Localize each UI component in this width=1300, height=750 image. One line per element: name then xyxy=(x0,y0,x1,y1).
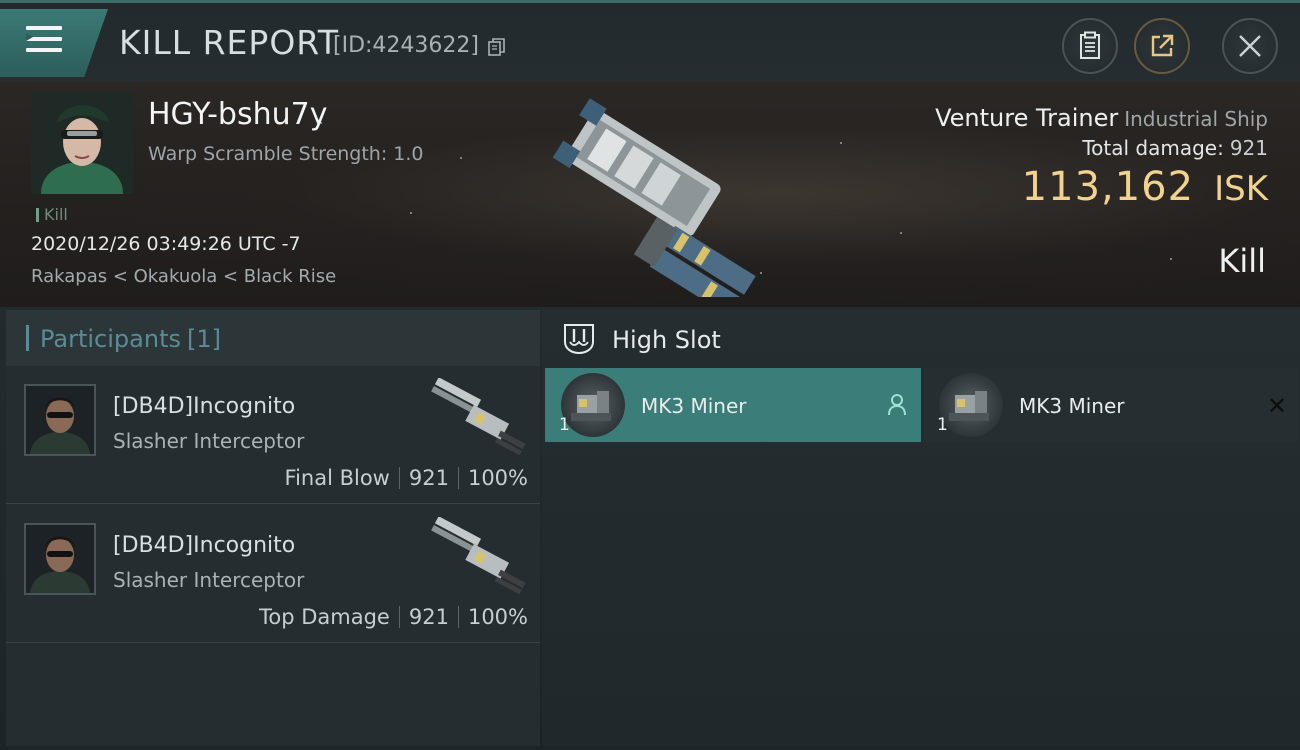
participant-ship: Slasher Interceptor xyxy=(113,568,305,592)
fitting-panel: High Slot 1 MK3 Miner 1 MK3 Miner ✕ xyxy=(542,310,1300,746)
participant-role: Final Blow xyxy=(284,466,390,490)
participant-avatar xyxy=(24,523,96,595)
module-name: MK3 Miner xyxy=(1019,394,1125,418)
participant-row[interactable]: [DB4D]Incognito Slasher Interceptor Fina… xyxy=(6,366,540,504)
victim-avatar xyxy=(31,92,133,194)
victim-ship-image xyxy=(552,98,756,297)
person-icon[interactable] xyxy=(887,394,907,416)
clipboard-icon xyxy=(1080,31,1100,59)
kill-tag: Kill xyxy=(36,205,68,224)
report-result: Kill xyxy=(1218,242,1266,280)
module-item[interactable]: 1 MK3 Miner ✕ xyxy=(923,368,1299,442)
high-slot-icon xyxy=(564,324,594,355)
copy-icon[interactable] xyxy=(487,37,507,57)
module-quantity: 1 xyxy=(937,415,948,435)
participants-header: Participants [1] xyxy=(6,310,540,366)
kill-report-window: KILL REPORT [ID:4243622] HGY-bshu7y Warp… xyxy=(0,0,1300,750)
share-button[interactable] xyxy=(1134,18,1190,74)
high-slot-title: High Slot xyxy=(612,326,721,354)
total-damage-value: 921 xyxy=(1229,136,1268,160)
participant-percent: 100% xyxy=(467,605,528,629)
header-bar: KILL REPORT [ID:4243622] xyxy=(0,0,1300,82)
participant-damage: 921 xyxy=(408,466,449,490)
participant-role: Top Damage xyxy=(259,605,390,629)
module-icon xyxy=(939,373,1003,437)
isk-value: 113,162 xyxy=(1021,164,1195,210)
participants-panel: Participants [1] [DB4D]Incognito Slasher … xyxy=(6,310,540,746)
high-slot-header: High Slot xyxy=(542,310,1300,370)
clipboard-button[interactable] xyxy=(1062,18,1118,74)
menu-icon[interactable] xyxy=(26,26,62,54)
module-quantity: 1 xyxy=(559,415,570,435)
kill-timestamp: 2020/12/26 03:49:26 UTC -7 xyxy=(31,233,301,255)
kill-location[interactable]: Rakapas < Okakuola < Black Rise xyxy=(31,266,336,287)
participant-ship: Slasher Interceptor xyxy=(113,429,305,453)
close-button[interactable] xyxy=(1222,18,1278,74)
participant-name[interactable]: [DB4D]Incognito xyxy=(113,533,295,558)
victim-ship-name[interactable]: Venture Trainer xyxy=(935,104,1118,132)
participant-stats: Top Damage 921 100% xyxy=(259,605,528,629)
participant-avatar xyxy=(24,384,96,456)
participant-name[interactable]: [DB4D]Incognito xyxy=(113,394,295,419)
report-id: [ID:4243622] xyxy=(333,33,479,58)
module-icon xyxy=(561,373,625,437)
warp-scramble-strength: Warp Scramble Strength: 1.0 xyxy=(148,143,424,165)
page-title: KILL REPORT xyxy=(119,23,339,62)
participant-damage: 921 xyxy=(408,605,449,629)
close-icon[interactable]: ✕ xyxy=(1267,392,1287,420)
module-name: MK3 Miner xyxy=(641,394,747,418)
participant-row[interactable]: [DB4D]Incognito Slasher Interceptor Top … xyxy=(6,505,540,643)
module-item-selected[interactable]: 1 MK3 Miner xyxy=(545,368,921,442)
victim-ship-info: Venture Trainer Industrial Ship Total dam… xyxy=(935,104,1268,210)
total-damage-label: Total damage: xyxy=(1082,136,1224,160)
participants-title: Participants [1] xyxy=(40,325,221,353)
share-icon xyxy=(1151,34,1174,57)
victim-ship-class: Industrial Ship xyxy=(1124,107,1268,131)
participants-accent-bar xyxy=(26,325,29,351)
participants-count: [1] xyxy=(186,325,221,353)
participant-stats: Final Blow 921 100% xyxy=(285,466,528,490)
close-icon xyxy=(1239,35,1261,57)
participant-percent: 100% xyxy=(467,466,528,490)
participant-ship-image xyxy=(431,517,526,595)
participant-ship-image xyxy=(431,378,526,456)
isk-unit: ISK xyxy=(1214,169,1268,209)
victim-name[interactable]: HGY-bshu7y xyxy=(148,97,327,132)
